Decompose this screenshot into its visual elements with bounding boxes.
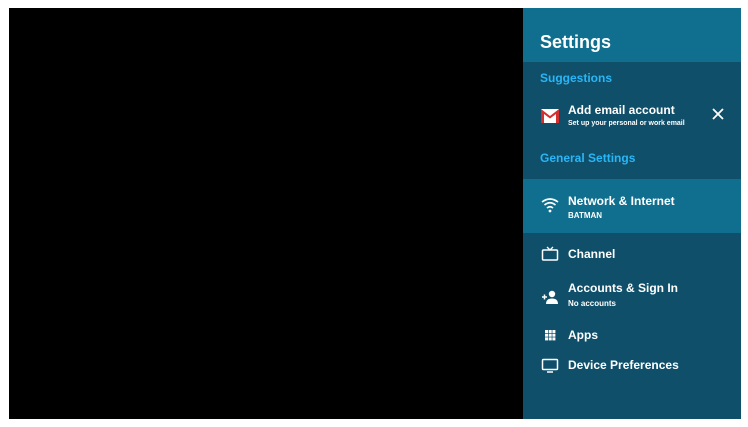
menu-item-label: Device Preferences bbox=[568, 358, 679, 372]
close-icon[interactable] bbox=[710, 106, 726, 122]
menu-item-accounts-sign-in[interactable]: Accounts & Sign In No accounts bbox=[523, 278, 741, 314]
suggestion-add-email[interactable]: Add email account Set up your personal o… bbox=[523, 100, 741, 138]
menu-item-label: Network & Internet bbox=[568, 194, 675, 208]
wifi-icon bbox=[541, 198, 559, 213]
menu-item-device-preferences[interactable]: Device Preferences bbox=[523, 354, 741, 376]
suggestion-subtitle: Set up your personal or work email bbox=[568, 120, 685, 127]
settings-title: Settings bbox=[540, 32, 612, 52]
menu-item-label: Accounts & Sign In bbox=[568, 281, 679, 295]
settings-header: Settings bbox=[523, 8, 741, 62]
menu-item-sublabel: No accounts bbox=[568, 299, 617, 308]
tv-icon bbox=[541, 246, 559, 261]
menu-item-channel[interactable]: Channel bbox=[523, 243, 741, 265]
suggestions-label: Suggestions bbox=[540, 71, 613, 85]
menu-item-sublabel: BATMAN bbox=[568, 211, 603, 220]
settings-panel: Settings Suggestions Add email account S… bbox=[523, 8, 741, 419]
general-settings-label: General Settings bbox=[540, 151, 636, 165]
tv-screen: Settings Suggestions Add email account S… bbox=[9, 8, 741, 419]
add-person-icon bbox=[542, 290, 558, 304]
menu-item-label: Apps bbox=[568, 328, 598, 342]
menu-item-network-internet[interactable]: Network & Internet BATMAN bbox=[523, 179, 741, 233]
suggestion-title: Add email account bbox=[568, 103, 675, 117]
menu-item-label: Channel bbox=[568, 247, 616, 261]
gmail-icon bbox=[541, 109, 559, 123]
apps-grid-icon bbox=[545, 330, 556, 341]
monitor-icon bbox=[541, 358, 559, 373]
menu-item-apps[interactable]: Apps bbox=[523, 324, 741, 346]
background-video-area bbox=[9, 8, 523, 419]
